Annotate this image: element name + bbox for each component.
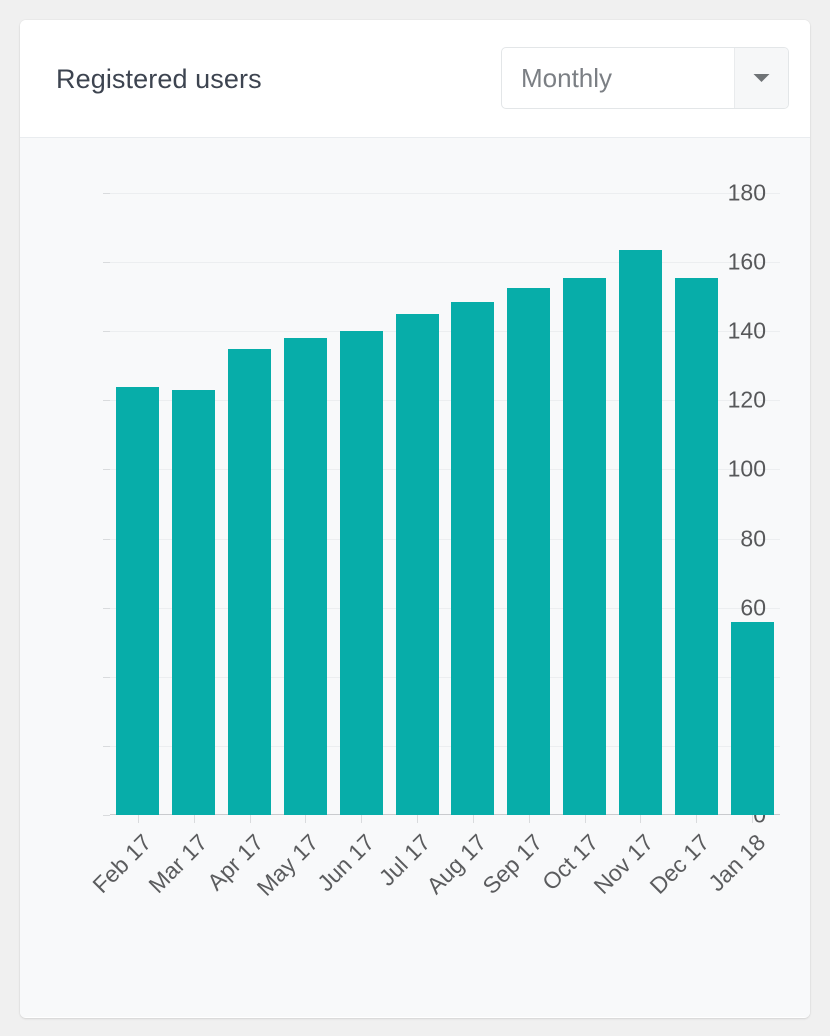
x-tick-mark	[305, 815, 307, 823]
y-tick-mark	[103, 676, 110, 678]
card-header: Registered users Monthly	[20, 20, 810, 138]
y-tick-mark	[103, 262, 110, 264]
x-tick-mark	[193, 815, 195, 823]
bar[interactable]	[395, 313, 439, 815]
x-tick-mark	[249, 815, 251, 823]
bar-series	[110, 193, 780, 815]
bar[interactable]	[339, 331, 383, 815]
chart-area: 020406080100120140160180 Feb 17Mar 17Apr…	[20, 138, 810, 1017]
y-tick-mark	[103, 400, 110, 402]
range-select[interactable]: Monthly	[501, 47, 789, 109]
x-tick-mark	[752, 815, 754, 823]
bar[interactable]	[451, 301, 495, 815]
bar[interactable]	[116, 386, 160, 815]
x-tick-mark	[137, 815, 139, 823]
y-tick-mark	[103, 331, 110, 333]
x-tick-mark	[528, 815, 530, 823]
bar[interactable]	[563, 277, 607, 815]
range-select-value: Monthly	[521, 62, 613, 93]
x-tick-mark	[640, 815, 642, 823]
bar[interactable]	[618, 250, 662, 815]
y-tick-mark	[103, 607, 110, 609]
plot-area: 020406080100120140160180	[103, 180, 780, 828]
bar[interactable]	[674, 277, 718, 815]
x-tick-mark	[584, 815, 586, 823]
x-tick-mark	[472, 815, 474, 823]
y-tick-mark	[103, 745, 110, 747]
x-tick-mark	[696, 815, 698, 823]
y-tick-mark	[103, 193, 110, 194]
bar[interactable]	[172, 389, 216, 815]
bar[interactable]	[730, 621, 774, 815]
page-title: Registered users	[56, 64, 262, 94]
x-axis-labels: Feb 17 Mar 17 Apr 17 May 17 Jun 17 Jul 17 Aug …	[87, 815, 780, 935]
y-tick-mark	[103, 469, 110, 471]
x-tick-mark	[361, 815, 363, 823]
bar[interactable]	[228, 348, 272, 815]
registered-users-card: Registered users Monthly 020406080100120…	[20, 20, 810, 1018]
bar[interactable]	[507, 288, 551, 815]
y-tick-mark	[103, 538, 110, 540]
x-tick-mark	[417, 815, 419, 823]
y-tick-mark	[103, 815, 110, 816]
registered-users-bar-chart: 020406080100120140160180 Feb 17Mar 17Apr…	[20, 138, 810, 1017]
chevron-down-icon[interactable]	[734, 48, 788, 108]
bar[interactable]	[283, 338, 327, 815]
